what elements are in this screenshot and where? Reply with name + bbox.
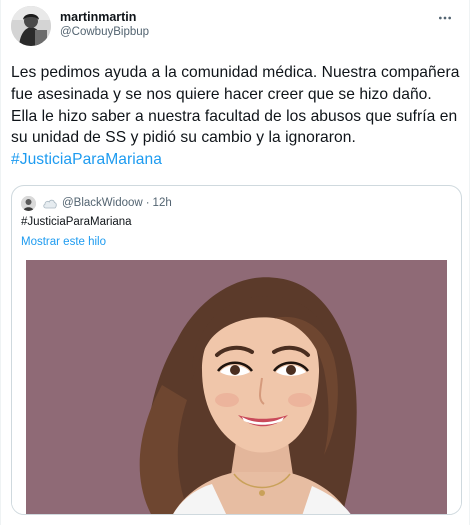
cloud-icon — [42, 197, 58, 209]
author-display-name[interactable]: martinmartin — [60, 9, 149, 25]
author-avatar-image — [11, 6, 51, 46]
illustrated-portrait-image — [12, 260, 461, 514]
quoted-tweet-text: #JusticiaParaMariana — [21, 216, 132, 228]
quoted-separator: · — [145, 197, 150, 209]
quoted-timestamp[interactable]: 12h — [153, 197, 172, 209]
quoted-tweet[interactable]: @BlackWidoow · 12h #JusticiaParaMariana … — [11, 185, 462, 515]
tweet-text-body: Les pedimos ayuda a la comunidad médica.… — [11, 64, 460, 147]
quoted-author-handle[interactable]: @BlackWidoow — [62, 197, 143, 209]
tweet[interactable]: martinmartin @CowbuyBipbup Les pedimos a… — [0, 0, 470, 525]
quoted-tweet-image[interactable] — [12, 260, 461, 514]
hashtag-link[interactable]: #JusticiaParaMariana — [11, 151, 162, 168]
author-handle[interactable]: @CowbuyBipbup — [60, 25, 149, 40]
author-info: martinmartin @CowbuyBipbup — [60, 9, 149, 40]
quoted-author-avatar[interactable] — [21, 195, 36, 211]
show-thread-link[interactable]: Mostrar este hilo — [21, 234, 106, 250]
tweet-text: Les pedimos ayuda a la comunidad médica.… — [11, 62, 461, 171]
author-avatar[interactable] — [11, 6, 51, 46]
quoted-tweet-header: @BlackWidoow · 12h — [21, 195, 172, 211]
more-options-icon[interactable] — [435, 8, 455, 28]
